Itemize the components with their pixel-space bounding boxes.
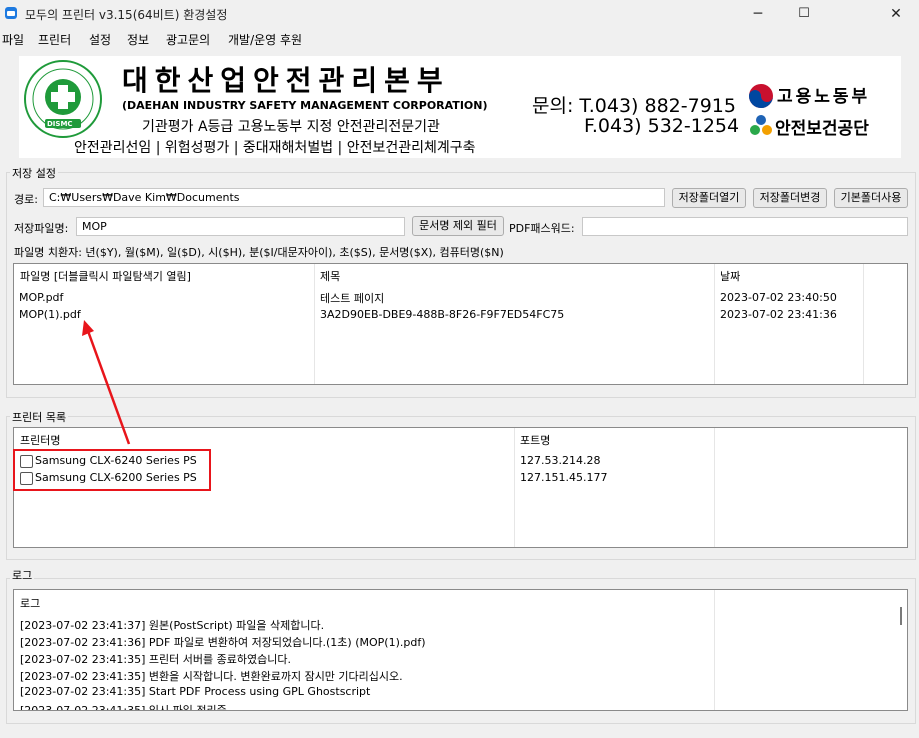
annotation-arrow-icon — [82, 320, 131, 445]
